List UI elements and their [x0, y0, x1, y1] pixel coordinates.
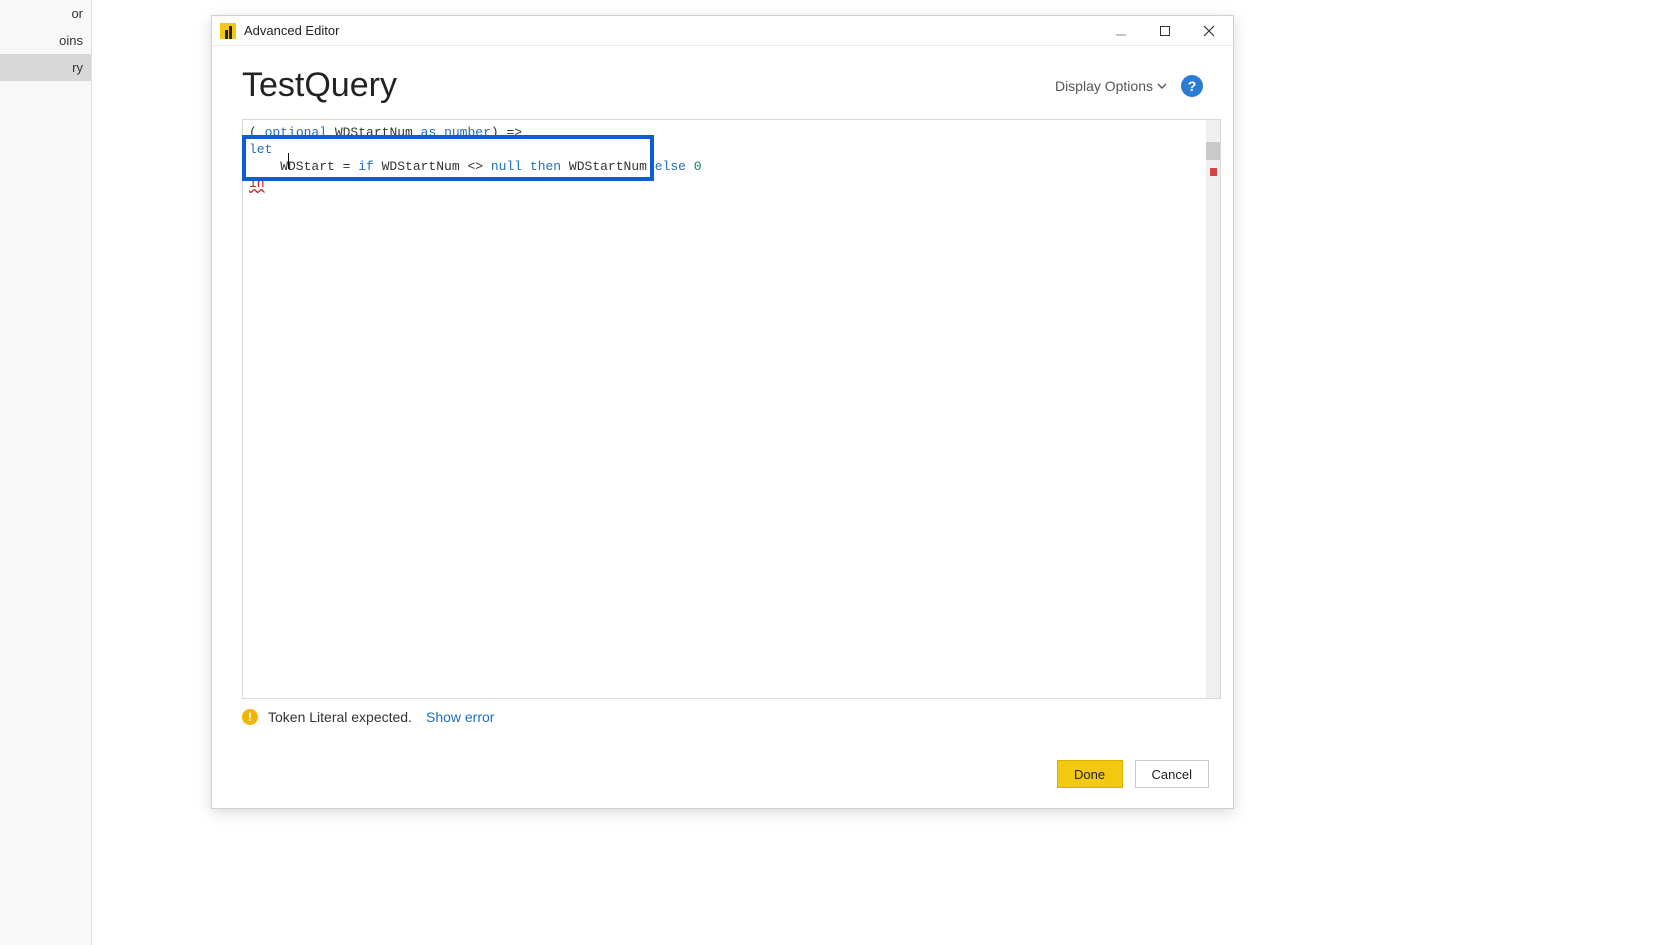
show-error-link[interactable]: Show error	[426, 709, 494, 725]
queries-sidebar: or oins ry	[0, 0, 92, 945]
scroll-thumb[interactable]	[1206, 142, 1220, 160]
status-row: ! Token Literal expected. Show error	[212, 703, 1233, 725]
sidebar-item[interactable]: oins	[0, 27, 91, 54]
minimize-button[interactable]	[1099, 17, 1143, 45]
code-text[interactable]: ( optional WDStartNum as number) => let …	[243, 120, 1206, 698]
advanced-editor-dialog: Advanced Editor TestQuery Display Option…	[211, 15, 1234, 809]
done-button[interactable]: Done	[1057, 760, 1123, 788]
app-icon	[220, 23, 236, 39]
sidebar-item[interactable]: ry	[0, 54, 91, 81]
sidebar-item[interactable]: or	[0, 0, 91, 27]
display-options-label: Display Options	[1055, 78, 1153, 94]
vertical-scrollbar[interactable]	[1206, 120, 1220, 698]
help-icon[interactable]: ?	[1181, 75, 1203, 97]
warning-icon: !	[242, 709, 258, 725]
maximize-button[interactable]	[1143, 17, 1187, 45]
chevron-down-icon	[1157, 78, 1167, 94]
window-title: Advanced Editor	[244, 23, 339, 38]
status-message: Token Literal expected.	[268, 709, 412, 725]
dialog-buttons: Done Cancel	[1057, 760, 1209, 788]
header-row: TestQuery Display Options ?	[212, 46, 1233, 115]
cancel-button[interactable]: Cancel	[1135, 760, 1209, 788]
code-editor[interactable]: ( optional WDStartNum as number) => let …	[242, 119, 1221, 699]
titlebar: Advanced Editor	[212, 16, 1233, 46]
text-caret	[288, 153, 289, 169]
display-options-dropdown[interactable]: Display Options	[1055, 78, 1167, 94]
query-name: TestQuery	[242, 66, 397, 105]
error-marker	[1210, 168, 1217, 176]
close-button[interactable]	[1187, 17, 1231, 45]
